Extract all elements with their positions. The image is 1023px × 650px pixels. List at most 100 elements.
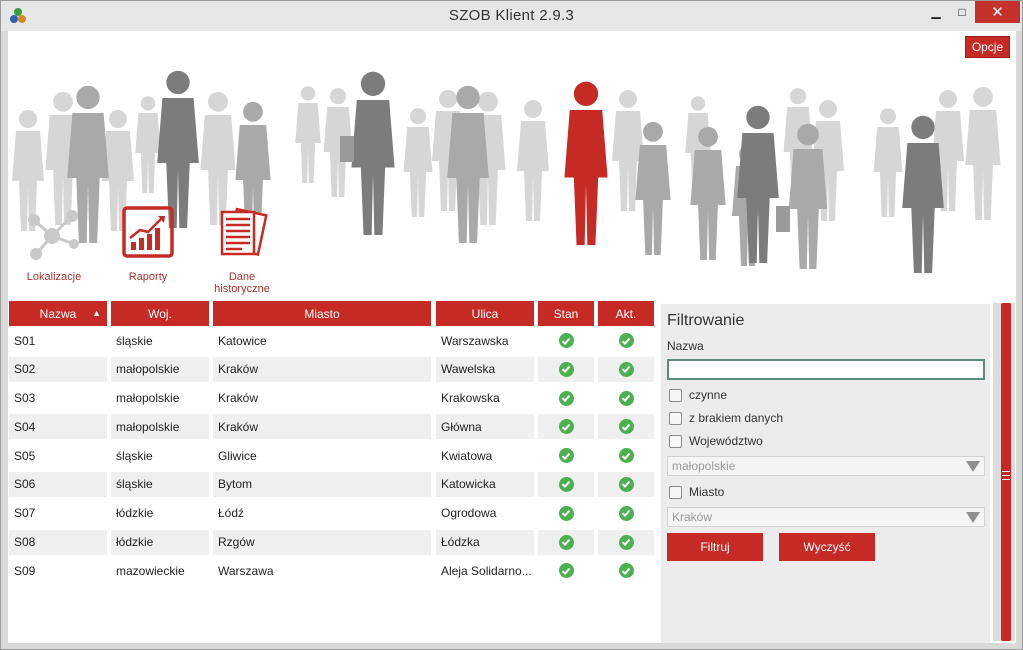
check-circle-icon: [618, 390, 634, 406]
close-button[interactable]: ✕: [975, 1, 1020, 23]
cell-nazwa: S03: [9, 385, 107, 411]
nav-dane-label-line2: historyczne: [214, 283, 270, 295]
cell-stan: [538, 500, 594, 526]
nav-raporty-button[interactable]: Raporty: [108, 206, 188, 283]
cell-stan: [538, 385, 594, 411]
table-row[interactable]: S02 małopolskie Kraków Wawelska: [9, 355, 657, 384]
cell-stan: [538, 558, 594, 584]
missing-data-checkbox-label: z brakiem danych: [689, 411, 784, 425]
documents-icon: [220, 207, 268, 256]
table-row[interactable]: S01 śląskie Katowice Warszawska: [9, 326, 657, 355]
name-label: Nazwa: [667, 339, 704, 353]
wojewodztwo-dropdown-value: małopolskie: [672, 459, 736, 473]
options-button[interactable]: Opcje: [965, 36, 1010, 58]
title-bar[interactable]: SZOB Klient 2.9.3 ▁ □ ✕: [1, 1, 1022, 31]
check-circle-icon: [558, 419, 574, 435]
cell-akt: [598, 385, 654, 411]
cell-miasto: Katowice: [213, 328, 431, 353]
cell-miasto: Kraków: [213, 356, 431, 382]
miasto-dropdown[interactable]: Kraków: [667, 507, 985, 527]
window-title: SZOB Klient 2.9.3: [448, 7, 575, 24]
cell-ulica: Wawelska: [436, 356, 534, 382]
check-circle-icon: [618, 419, 634, 435]
cell-woj: małopolskie: [111, 356, 209, 382]
maximize-button[interactable]: □: [949, 1, 975, 23]
sort-asc-icon: ▲: [92, 308, 101, 318]
check-circle-icon: [618, 505, 634, 521]
table-row[interactable]: S09 mazowieckie Warszawa Aleja Solidarno...: [9, 556, 657, 585]
cell-ulica: Aleja Solidarno...: [436, 558, 534, 584]
miasto-checkbox[interactable]: Miasto: [669, 485, 724, 499]
czynne-checkbox-box[interactable]: [669, 388, 682, 402]
table-row[interactable]: S05 śląskie Gliwice Kwiatowa: [9, 441, 657, 470]
cell-miasto: Kraków: [213, 385, 431, 411]
filter-button[interactable]: Filtruj: [667, 533, 763, 561]
main-content: Opcje Lokalizacje Raporty Dane historycz…: [8, 31, 1016, 643]
minimize-button[interactable]: ▁: [923, 1, 949, 23]
miasto-dropdown-value: Kraków: [672, 510, 713, 524]
check-circle-icon: [618, 448, 634, 464]
col-header-miasto[interactable]: Miasto: [213, 301, 431, 326]
cell-stan: [538, 328, 594, 353]
missing-data-checkbox[interactable]: z brakiem danych: [669, 411, 783, 425]
missing-data-checkbox-box[interactable]: [669, 411, 682, 425]
check-circle-icon: [558, 390, 574, 406]
cell-akt: [598, 328, 654, 353]
cell-akt: [598, 443, 654, 469]
wojewodztwo-dropdown[interactable]: małopolskie: [667, 456, 985, 476]
cell-miasto: Warszawa: [213, 558, 431, 584]
cell-miasto: Rzgów: [213, 529, 431, 555]
col-header-ulica[interactable]: Ulica: [436, 301, 534, 326]
table-body: S01 śląskie Katowice Warszawska S02 małopolsk…: [9, 326, 657, 585]
cell-stan: [538, 443, 594, 469]
table-row[interactable]: S03 małopolskie Kraków Krakowska: [9, 384, 657, 413]
cell-woj: małopolskie: [111, 385, 209, 411]
nav-dane-historyczne-button[interactable]: Dane historyczne: [202, 206, 282, 295]
czynne-checkbox-label: czynne: [689, 388, 728, 402]
cell-woj: małopolskie: [111, 414, 209, 440]
cell-akt: [598, 414, 654, 440]
check-circle-icon: [558, 476, 574, 492]
nav-raporty-label: Raporty: [128, 271, 168, 283]
check-circle-icon: [558, 448, 574, 464]
cell-nazwa: S06: [9, 471, 107, 497]
nav-lokalizacje-button[interactable]: Lokalizacje: [14, 206, 94, 283]
cell-stan: [538, 356, 594, 382]
cell-nazwa: S05: [9, 443, 107, 469]
cell-miasto: Łódź: [213, 500, 431, 526]
miasto-checkbox-box[interactable]: [669, 485, 682, 499]
col-header-stan[interactable]: Stan: [538, 301, 594, 326]
col-header-akt[interactable]: Akt.: [598, 301, 654, 326]
table-row[interactable]: S08 łódzkie Rzgów Łódzka: [9, 528, 657, 557]
cell-stan: [538, 471, 594, 497]
cell-ulica: Katowicka: [436, 471, 534, 497]
cell-woj: śląskie: [111, 328, 209, 353]
cell-woj: śląskie: [111, 443, 209, 469]
locations-table: Nazwa ▲ Woj. Miasto Ulica Stan Akt. S01 ś…: [9, 301, 657, 585]
cell-nazwa: S07: [9, 500, 107, 526]
czynne-checkbox[interactable]: czynne: [669, 388, 727, 402]
wojewodztwo-checkbox-box[interactable]: [669, 434, 682, 448]
table-row[interactable]: S07 łódzkie Łódź Ogrodowa: [9, 499, 657, 528]
cell-akt: [598, 471, 654, 497]
check-circle-icon: [618, 361, 634, 377]
cell-nazwa: S08: [9, 529, 107, 555]
scrollbar[interactable]: [993, 303, 1015, 641]
table-row[interactable]: S04 małopolskie Kraków Główna: [9, 412, 657, 441]
col-header-woj[interactable]: Woj.: [111, 301, 209, 326]
nav-dane-label-line1: Dane: [228, 271, 256, 283]
name-filter-input[interactable]: [667, 359, 985, 380]
cell-nazwa: S04: [9, 414, 107, 440]
cell-nazwa: S01: [9, 328, 107, 353]
table-row[interactable]: S06 śląskie Bytom Katowicka: [9, 470, 657, 499]
table-header: Nazwa ▲ Woj. Miasto Ulica Stan Akt.: [9, 301, 657, 326]
clear-button[interactable]: Wyczyść: [779, 533, 875, 561]
col-header-nazwa[interactable]: Nazwa ▲: [9, 301, 107, 326]
wojewodztwo-checkbox[interactable]: Województwo: [669, 434, 763, 448]
check-circle-icon: [618, 333, 634, 348]
cell-akt: [598, 529, 654, 555]
cell-woj: śląskie: [111, 471, 209, 497]
col-header-nazwa-label: Nazwa: [39, 306, 77, 321]
wojewodztwo-checkbox-label: Województwo: [689, 434, 763, 448]
check-circle-icon: [618, 476, 634, 492]
